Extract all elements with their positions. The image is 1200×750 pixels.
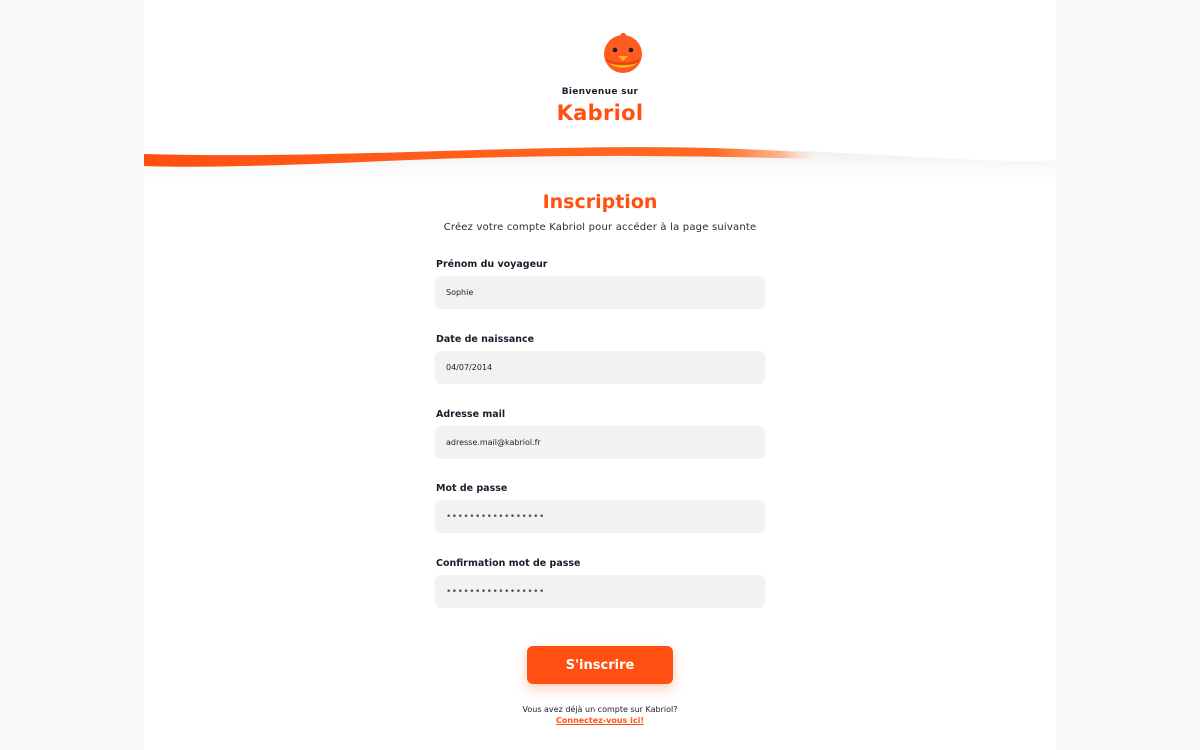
first-name-label: Prénom du voyageur [436, 259, 548, 270]
login-link[interactable]: Connectez-vous ici! [0, 716, 1200, 725]
first-name-input[interactable] [435, 276, 765, 309]
form-title: Inscription [542, 191, 658, 213]
signup-page: Bienvenue sur Kabriol Inscription Créez … [0, 0, 1200, 750]
confirm-password-label: Confirmation mot de passe [436, 558, 581, 569]
email-input[interactable] [435, 426, 765, 459]
confirm-password-input[interactable] [435, 575, 765, 608]
email-label: Adresse mail [436, 409, 506, 420]
form-subtitle: Créez votre compte Kabriol pour accéder … [443, 222, 757, 233]
password-input[interactable] [435, 500, 765, 533]
signup-form: Inscription Créez votre compte Kabriol p… [0, 0, 1200, 750]
existing-account-text: Vous avez déjà un compte sur Kabriol? [522, 705, 678, 714]
signup-button[interactable]: S'inscrire [527, 646, 673, 684]
birthdate-input[interactable] [435, 351, 765, 384]
password-label: Mot de passe [436, 483, 508, 494]
birthdate-label: Date de naissance [436, 334, 535, 345]
